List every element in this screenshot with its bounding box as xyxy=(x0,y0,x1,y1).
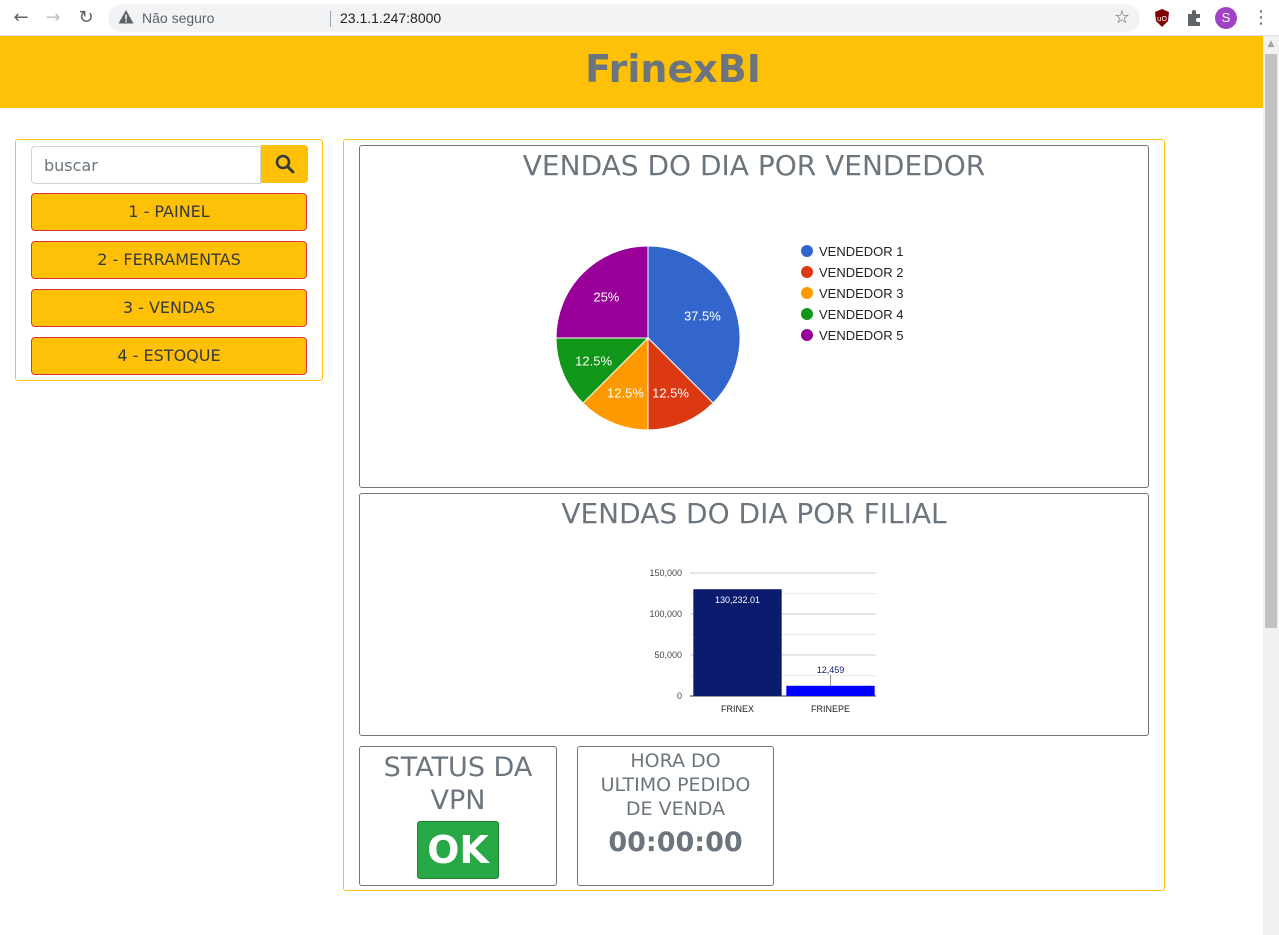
page-scrollbar[interactable]: ▲ xyxy=(1263,36,1279,935)
address-separator xyxy=(330,11,331,27)
legend-dot-icon xyxy=(801,329,813,341)
legend-item-3[interactable]: VENDEDOR 3 xyxy=(801,286,904,301)
sidebar: 1 - PAINEL 2 - FERRAMENTAS 3 - VENDAS 4 … xyxy=(15,139,323,381)
warning-icon xyxy=(118,10,134,24)
legend-dot-icon xyxy=(801,287,813,299)
y-tick-label: 100,000 xyxy=(649,609,682,619)
bar-chart-card: VENDAS DO DIA POR FILIAL 0 50,000 100,000 1… xyxy=(359,493,1149,736)
legend-item-4[interactable]: VENDEDOR 4 xyxy=(801,307,904,322)
menu-button-ferramentas[interactable]: 2 - FERRAMENTAS xyxy=(31,241,307,279)
last-order-title: HORA DO ULTIMO PEDIDO DE VENDA xyxy=(600,750,751,820)
profile-avatar[interactable]: S xyxy=(1215,7,1237,29)
legend-dot-icon xyxy=(801,245,813,257)
browser-menu-icon[interactable]: ⋮ xyxy=(1252,7,1270,29)
legend-item-5[interactable]: VENDEDOR 5 xyxy=(801,328,904,343)
svg-text:uO: uO xyxy=(1157,15,1167,23)
ublock-extension-icon[interactable]: uO xyxy=(1152,8,1172,28)
bar-value-label: 130,232.01 xyxy=(715,595,760,605)
scrollbar-thumb[interactable] xyxy=(1265,54,1277,628)
app-title: FrinexBI xyxy=(585,47,761,91)
x-tick-label: FRINEX xyxy=(721,704,754,714)
menu-button-estoque[interactable]: 4 - ESTOQUE xyxy=(31,337,307,375)
dashboard-panel: VENDAS DO DIA POR VENDEDOR 37.5% 12.5% 12.… xyxy=(343,139,1165,891)
bar-frinex[interactable] xyxy=(693,589,782,696)
x-tick-label: FRINEPE xyxy=(811,704,850,714)
bookmark-star-icon[interactable]: ☆ xyxy=(1114,7,1130,28)
legend-label: VENDEDOR 1 xyxy=(819,244,904,259)
search-input[interactable] xyxy=(31,146,261,184)
legend-label: VENDEDOR 2 xyxy=(819,265,904,280)
pie-slice-label-1: 37.5% xyxy=(684,308,721,323)
search-button[interactable] xyxy=(261,145,308,183)
legend-label: VENDEDOR 4 xyxy=(819,307,904,322)
pie-chart-card: VENDAS DO DIA POR VENDEDOR 37.5% 12.5% 12.… xyxy=(359,145,1149,488)
reload-icon[interactable]: ↻ xyxy=(74,6,98,30)
pie-chart: 37.5% 12.5% 12.5% 12.5% 25% xyxy=(555,245,741,431)
legend-dot-icon xyxy=(801,308,813,320)
legend-item-2[interactable]: VENDEDOR 2 xyxy=(801,265,904,280)
bar-chart: 0 50,000 100,000 150,000 130,232.01 FRINEX 12,… xyxy=(649,568,876,714)
y-tick-label: 0 xyxy=(677,691,682,701)
pie-slice-label-3: 12.5% xyxy=(607,385,644,400)
bar-frinepe[interactable] xyxy=(786,685,875,696)
url-text[interactable]: 23.1.1.247:8000 xyxy=(340,10,441,26)
browser-toolbar: ← → ↻ Não seguro 23.1.1.247:8000 ☆ uO S … xyxy=(0,0,1279,36)
last-order-card: HORA DO ULTIMO PEDIDO DE VENDA 00:00:00 xyxy=(577,746,774,886)
pie-slice-label-5: 25% xyxy=(593,289,619,304)
extensions-puzzle-icon[interactable] xyxy=(1184,8,1204,28)
pie-slice-label-4: 12.5% xyxy=(575,354,612,369)
forward-icon[interactable]: → xyxy=(41,6,65,30)
address-bar[interactable]: Não seguro 23.1.1.247:8000 ☆ xyxy=(108,4,1140,32)
pie-slice-label-2: 12.5% xyxy=(652,385,689,400)
legend-dot-icon xyxy=(801,266,813,278)
app-header: FrinexBI xyxy=(0,36,1263,108)
y-tick-label: 50,000 xyxy=(654,650,682,660)
menu-button-painel[interactable]: 1 - PAINEL xyxy=(31,193,307,231)
y-tick-label: 150,000 xyxy=(649,568,682,578)
menu-button-vendas[interactable]: 3 - VENDAS xyxy=(31,289,307,327)
last-order-time: 00:00:00 xyxy=(608,827,743,858)
search-icon xyxy=(275,154,295,174)
legend-item-1[interactable]: VENDEDOR 1 xyxy=(801,244,904,259)
security-label[interactable]: Não seguro xyxy=(142,10,214,26)
bar-value-label: 12,459 xyxy=(817,665,845,675)
vpn-status-card: STATUS DA VPN OK xyxy=(359,746,557,886)
vpn-status-title: STATUS DA VPN xyxy=(383,752,533,816)
vpn-status-badge: OK xyxy=(417,821,499,879)
back-icon[interactable]: ← xyxy=(9,6,33,30)
legend-label: VENDEDOR 3 xyxy=(819,286,904,301)
legend-label: VENDEDOR 5 xyxy=(819,328,904,343)
